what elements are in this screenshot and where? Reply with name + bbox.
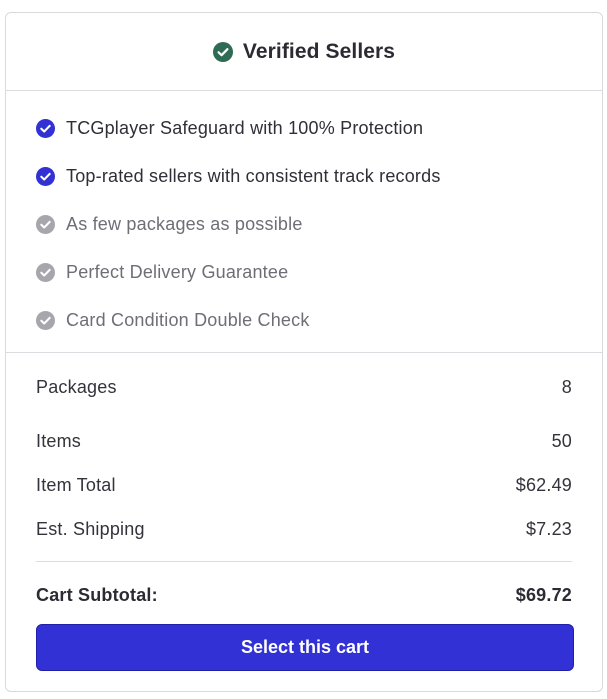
cart-option-card: Verified Sellers TCGplayer Safeguard wit…	[5, 12, 603, 692]
check-circle-icon	[36, 214, 55, 234]
feature-item: TCGplayer Safeguard with 100% Protection	[36, 104, 602, 152]
check-circle-icon	[36, 311, 55, 331]
check-circle-icon	[36, 118, 55, 138]
shipping-row: Est. Shipping $7.23	[36, 507, 572, 551]
card-header: Verified Sellers	[6, 13, 602, 91]
select-cart-button[interactable]: Select this cart	[36, 624, 574, 671]
subtotal-label: Cart Subtotal:	[36, 585, 158, 605]
item-total-label: Item Total	[36, 474, 116, 495]
item-total-value: $62.49	[515, 474, 572, 495]
item-total-row: Item Total $62.49	[36, 463, 572, 507]
subtotal-row: Cart Subtotal: $69.72	[36, 562, 572, 629]
items-label: Items	[36, 430, 82, 451]
feature-item: Top-rated sellers with consistent track …	[36, 152, 602, 200]
cart-summary: Packages 8 Items 50 Item Total $62.49 Es…	[6, 353, 602, 671]
check-circle-icon	[36, 166, 55, 186]
check-circle-icon	[212, 41, 233, 62]
feature-label: Perfect Delivery Guarantee	[66, 262, 289, 283]
check-circle-icon	[36, 263, 55, 283]
feature-item: Perfect Delivery Guarantee	[36, 249, 602, 297]
summary-rows: Packages 8 Items 50 Item Total $62.49 Es…	[36, 353, 572, 562]
items-row: Items 50	[36, 419, 572, 463]
items-value: 50	[551, 430, 572, 451]
subtotal-value: $69.72	[515, 585, 572, 605]
feature-label: TCGplayer Safeguard with 100% Protection	[66, 117, 424, 138]
feature-label: Top-rated sellers with consistent track …	[66, 165, 441, 186]
shipping-label: Est. Shipping	[36, 518, 145, 539]
packages-value: 8	[561, 376, 572, 397]
card-title: Verified Sellers	[242, 39, 396, 63]
feature-list: TCGplayer Safeguard with 100% Protection…	[6, 91, 602, 353]
feature-label: As few packages as possible	[66, 213, 303, 234]
shipping-value: $7.23	[525, 518, 572, 539]
packages-row: Packages 8	[36, 375, 572, 399]
packages-label: Packages	[36, 376, 117, 397]
feature-item: As few packages as possible	[36, 200, 602, 248]
feature-label: Card Condition Double Check	[66, 310, 310, 331]
feature-item: Card Condition Double Check	[36, 297, 602, 345]
